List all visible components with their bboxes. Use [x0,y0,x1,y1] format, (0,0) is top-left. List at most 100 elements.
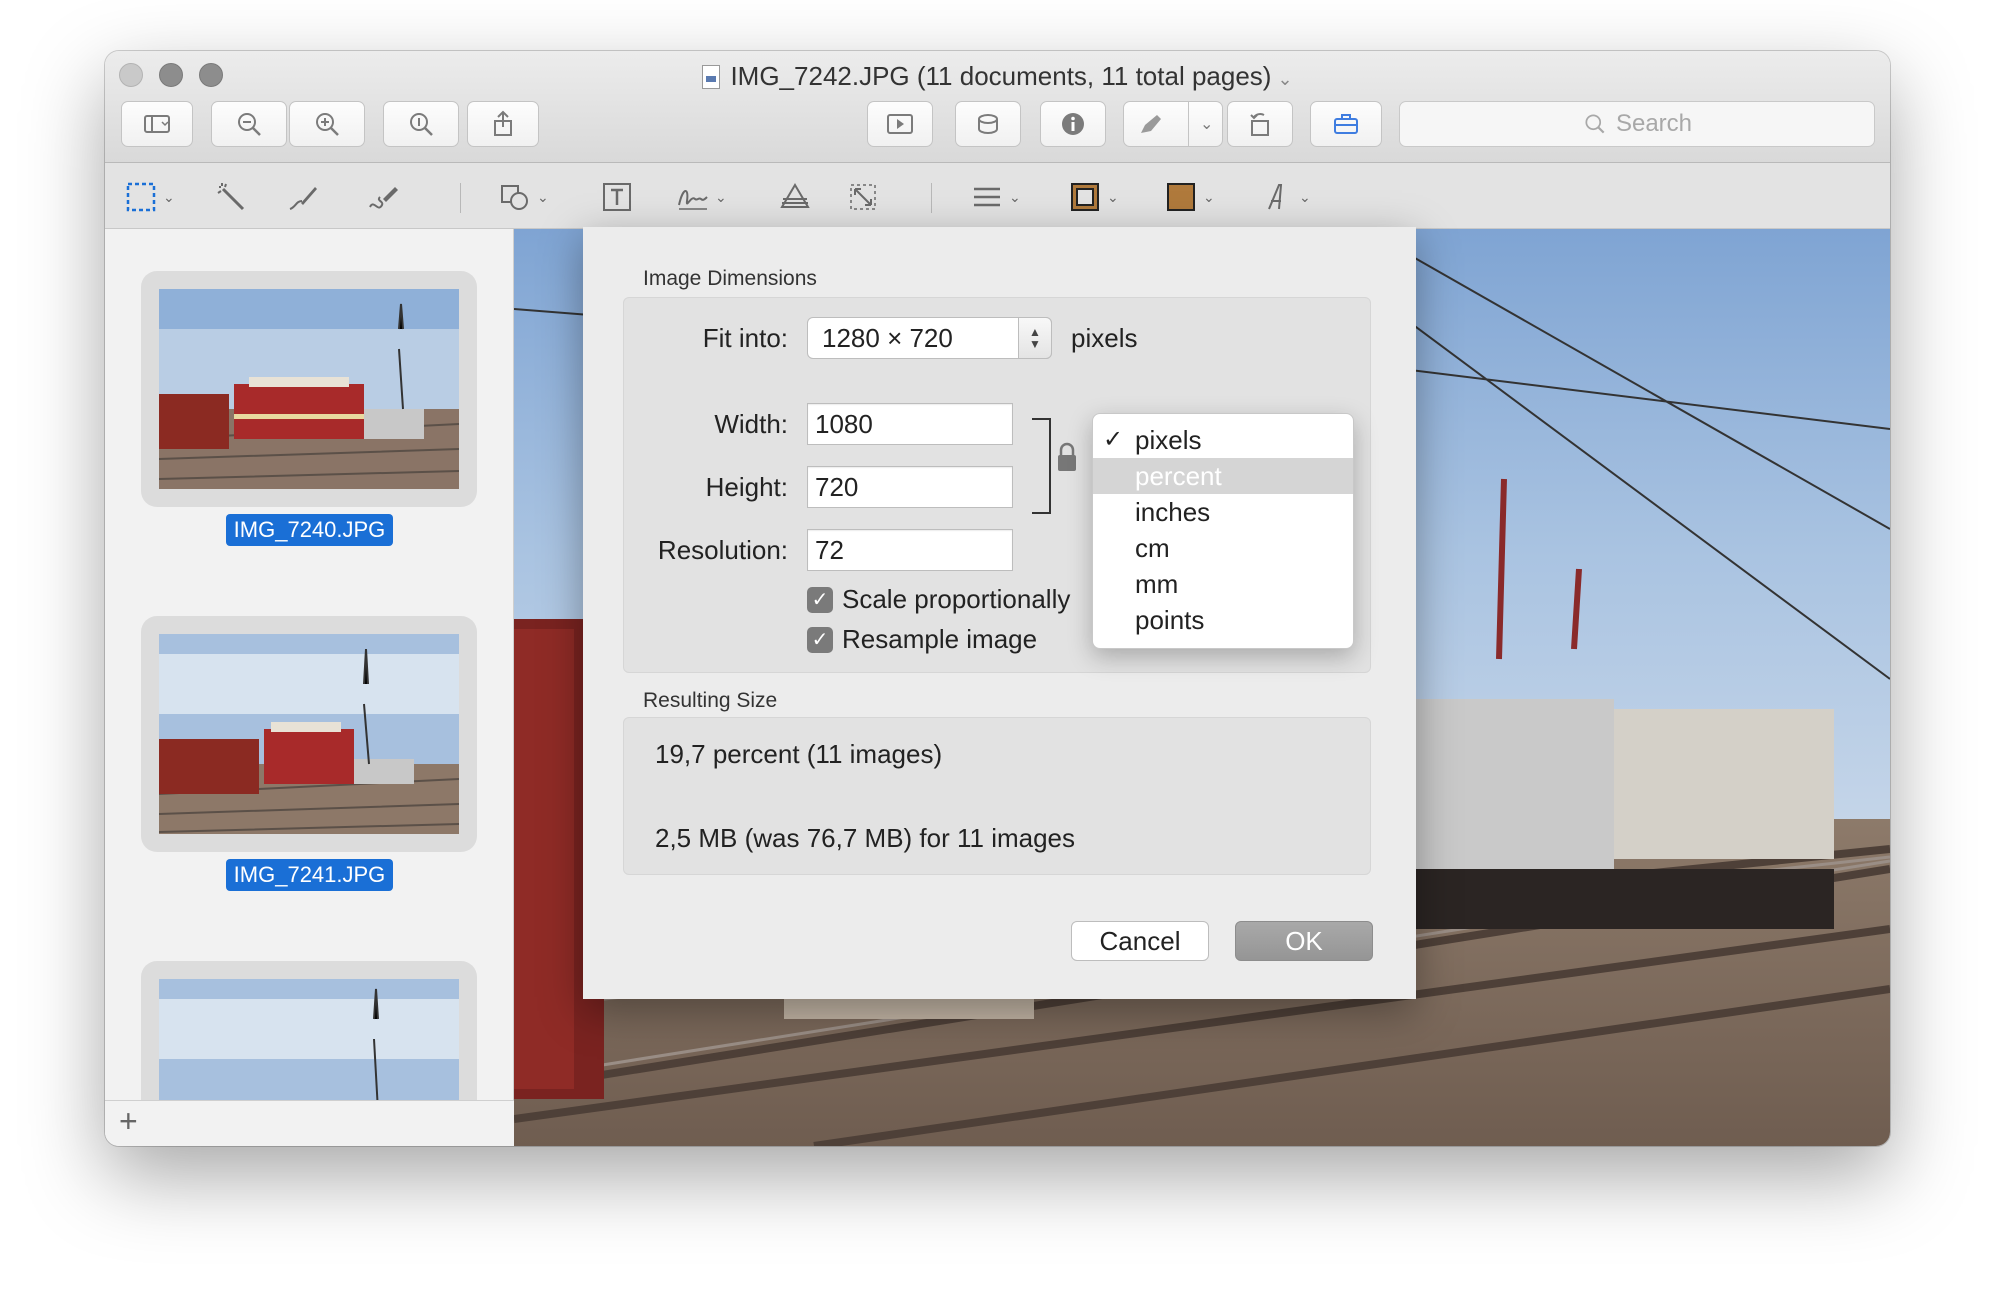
fill-color-icon [1167,183,1195,211]
thumbnail[interactable] [141,616,477,852]
scale-proportionally-checkbox[interactable]: ✓ [807,587,833,613]
height-field[interactable]: 720 [807,466,1013,508]
line-style-tool[interactable]: ⌄ [971,181,1021,213]
search-placeholder: Search [1615,110,1693,137]
checkmark-icon: ✓ [811,589,829,611]
titlebar: IMG_7242.JPG (11 documents, 11 total pag… [105,51,1890,163]
draw-tool[interactable] [367,181,399,213]
cancel-button[interactable]: Cancel [1071,921,1209,961]
fill-color-tool[interactable]: ⌄ [1165,181,1215,213]
rotate-icon [1250,113,1269,136]
text-tool[interactable] [601,181,633,213]
toolbox-icon [1334,114,1358,134]
width-field[interactable]: 1080 [807,403,1013,445]
menu-item-label: cm [1135,533,1170,563]
signature-icon [678,190,708,210]
height-label: Height: [705,472,788,502]
fit-into-label: Fit into: [702,323,788,353]
adjust-color-tool[interactable] [779,181,811,213]
menu-item-points[interactable]: points [1093,602,1353,638]
fit-into-value: 1280 × 720 [822,323,953,353]
zoom-actual-icon [410,113,433,136]
sidebar-icon [144,115,170,133]
text-style-tool[interactable]: ⌄ [1261,181,1311,213]
toolbar-divider [460,183,461,213]
title-chevron-down-icon: ⌄ [1277,69,1293,89]
text-style-chevron-down-icon: ⌄ [1299,188,1311,205]
share-button[interactable] [467,101,539,147]
preview-window: IMG_7242.JPG (11 documents, 11 total pag… [105,51,1890,1146]
menu-item-pixels[interactable]: ✓ pixels [1093,422,1353,458]
pen-chevron-down-icon: ⌄ [1200,116,1214,133]
thumbnail-label-text: IMG_7241.JPG [225,859,394,891]
fill-color-chevron-down-icon: ⌄ [1203,188,1215,205]
draw-icon [369,187,398,209]
selection-tool[interactable]: ⌄ [125,181,175,213]
sketch-tool[interactable] [287,181,319,213]
instant-alpha-tool[interactable] [215,181,247,213]
fit-into-stepper-icon: ▲ ▼ [1018,317,1052,359]
search-icon [1585,114,1605,134]
zoom-out-icon [238,113,261,136]
fit-into-unit: pixels [1071,323,1138,353]
markup-pen-button[interactable]: ⌄ [1123,101,1223,147]
font-icon [1268,184,1283,210]
menu-item-inches[interactable]: inches [1093,494,1353,530]
adjust-size-dialog: Image Dimensions Fit into: 1280 × 720 ▲ ▼… [583,227,1416,999]
checkmark-icon: ✓ [811,629,829,651]
inspector-button[interactable] [1040,101,1106,147]
sidebar-toggle-button[interactable] [121,101,193,147]
zoom-in-button[interactable] [289,101,365,147]
border-color-tool[interactable]: ⌄ [1069,181,1119,213]
sign-tool[interactable]: ⌄ [677,181,727,213]
rectangular-selection-icon [126,182,156,212]
rotate-button[interactable] [1227,101,1293,147]
line-style-icon [974,187,1000,207]
sketch-icon [289,187,317,210]
add-icon: + [119,1103,138,1139]
line-style-chevron-down-icon: ⌄ [1009,188,1021,205]
window-title[interactable]: IMG_7242.JPG (11 documents, 11 total pag… [105,59,1890,93]
menu-item-label: mm [1135,569,1179,599]
resample-image-checkbox[interactable]: ✓ [807,627,833,653]
slideshow-button[interactable] [867,101,933,147]
scale-proportionally-label: Scale proportionally [842,584,1071,614]
adjust-size-tool[interactable] [847,181,879,213]
zoom-out-button[interactable] [211,101,287,147]
adjust-color-icon [978,114,998,134]
window-title-text: IMG_7242.JPG (11 documents, 11 total pag… [730,61,1272,91]
thumbnail-label[interactable]: IMG_7241.JPG [105,859,514,891]
resize-icon [850,184,876,210]
text-box-icon [603,183,631,211]
fit-into-popup[interactable]: 1280 × 720 ▲ ▼ [807,317,1052,359]
checkmark-icon: ✓ [1103,426,1124,453]
lock-icon[interactable] [1030,417,1090,517]
color-adjust-button[interactable] [955,101,1021,147]
menu-item-percent[interactable]: percent [1093,458,1353,494]
image-dimensions-title: Image Dimensions [643,267,817,290]
zoom-to-fit-button[interactable] [383,101,459,147]
thumbnail[interactable] [141,271,477,507]
resulting-size-title: Resulting Size [643,689,778,712]
search-field[interactable]: Search [1399,101,1875,147]
menu-item-label: points [1135,605,1205,635]
border-color-chevron-down-icon: ⌄ [1107,188,1119,205]
resample-image-label: Resample image [842,624,1038,654]
thumbnail-label[interactable]: IMG_7240.JPG [105,514,514,546]
prism-icon [780,183,810,208]
info-icon [1062,113,1084,135]
menu-item-cm[interactable]: cm [1093,530,1353,566]
border-color-icon [1071,183,1099,211]
resolution-field[interactable]: 72 [807,529,1013,571]
width-label: Width: [714,409,788,439]
menu-item-mm[interactable]: mm [1093,566,1353,602]
ok-button[interactable]: OK [1235,921,1373,961]
magic-wand-icon [217,183,245,211]
menu-item-label: percent [1135,461,1222,491]
add-page-button[interactable]: + [105,1100,514,1146]
pen-icon [1141,115,1161,133]
shapes-tool[interactable]: ⌄ [499,181,549,213]
selection-chevron-down-icon: ⌄ [163,188,175,205]
zoom-in-icon [316,113,339,136]
markup-toolbar-button[interactable] [1310,101,1382,147]
